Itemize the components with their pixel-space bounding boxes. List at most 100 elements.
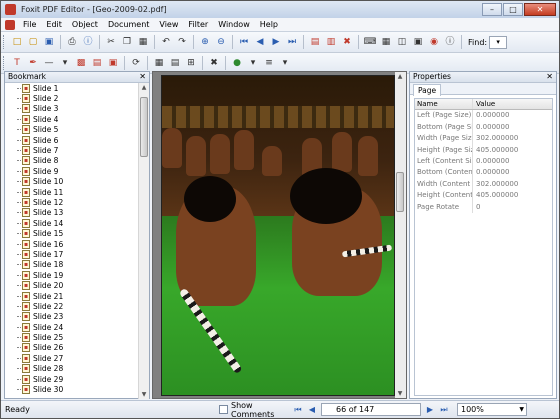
zoom-select[interactable]: 100% ▼	[457, 403, 527, 416]
stamp-icon[interactable]: ◉	[427, 35, 441, 49]
print-icon[interactable]: ⎙	[65, 35, 79, 49]
bookmark-item[interactable]: ▪ Slide 12	[5, 197, 139, 207]
property-row[interactable]: Width (Page Size) 302.000000	[415, 133, 552, 145]
bookmark-scrollbar[interactable]: ▲ ▼	[138, 83, 149, 399]
close-button[interactable]: ✕	[524, 3, 556, 16]
close-panel-icon[interactable]: ✕	[139, 72, 146, 82]
menu-window[interactable]: Window	[213, 18, 255, 32]
save-icon[interactable]: ▣	[42, 35, 56, 49]
show-comments-label[interactable]: Show Comments	[231, 401, 291, 419]
undo-icon[interactable]: ↶	[159, 35, 173, 49]
bookmark-item[interactable]: ▪ Slide 3	[5, 104, 139, 114]
document-scrollbar[interactable]: ▲ ▼	[395, 72, 406, 398]
bookmark-item[interactable]: ▪ Slide 24	[5, 322, 139, 332]
crop-icon[interactable]: ⊞	[184, 56, 198, 70]
next-page-button[interactable]: ▶	[424, 404, 436, 416]
split-icon[interactable]: ◫	[395, 35, 409, 49]
bookmark-item[interactable]: ▪ Slide 1	[5, 83, 139, 93]
property-row[interactable]: Height (Page Size)405.000000	[415, 144, 552, 156]
cut-icon[interactable]: ✂	[104, 35, 118, 49]
first-page-icon[interactable]: ⏮	[237, 35, 251, 49]
bookmark-item[interactable]: ▪ Slide 8	[5, 156, 139, 166]
close-panel-icon[interactable]: ✕	[546, 72, 553, 82]
toolbar-grip[interactable]	[3, 56, 6, 70]
line-tool-icon[interactable]: —	[42, 56, 56, 70]
menu-document[interactable]: Document	[103, 18, 154, 32]
prev-page-button[interactable]: ◀	[306, 404, 318, 416]
property-row[interactable]: Left (Page Size) 0.000000	[415, 110, 552, 122]
bookmark-item[interactable]: ▪ Slide 23	[5, 312, 139, 322]
delete-page-icon[interactable]: ✖	[340, 35, 354, 49]
bookmark-item[interactable]: ▪ Slide 9	[5, 166, 139, 176]
image-tool-icon[interactable]: ▤	[90, 56, 104, 70]
layout-icon[interactable]: ▦	[379, 35, 393, 49]
tools-icon[interactable]: ✖	[207, 56, 221, 70]
bookmark-item[interactable]: ▪ Slide 5	[5, 125, 139, 135]
document-view[interactable]: ▲ ▼	[152, 71, 407, 399]
toolbar-grip[interactable]	[3, 35, 6, 49]
bookmark-item[interactable]: ▪ Slide 19	[5, 270, 139, 280]
object-tool-icon[interactable]: ▣	[106, 56, 120, 70]
menu-view[interactable]: View	[154, 18, 183, 32]
bookmark-item[interactable]: ▪ Slide 22	[5, 301, 139, 311]
bookmark-item[interactable]: ▪ Slide 13	[5, 208, 139, 218]
redo-icon[interactable]: ↷	[175, 35, 189, 49]
first-page-button[interactable]: ⏮	[292, 404, 304, 416]
property-row[interactable]: Width (Content Size)302.000000	[415, 178, 552, 191]
shape-tool-icon[interactable]: ▩	[74, 56, 88, 70]
bookmark-item[interactable]: ▪ Slide 28	[5, 364, 139, 374]
open-icon[interactable]: ▢	[26, 35, 40, 49]
bookmark-item[interactable]: ▪ Slide 2	[5, 93, 139, 104]
view-icon[interactable]: ▣	[411, 35, 425, 49]
align-icon[interactable]: ≡	[262, 56, 276, 70]
property-row[interactable]: Left (Content Size)0.000000	[415, 155, 552, 168]
minimize-button[interactable]: –	[482, 3, 502, 16]
menu-file[interactable]: File	[18, 18, 41, 32]
find-dropdown[interactable]: ▾	[489, 35, 508, 49]
bookmark-item[interactable]: ▪ Slide 4	[5, 114, 139, 124]
menu-filter[interactable]: Filter	[183, 18, 213, 32]
next-page-icon[interactable]: ▶	[269, 35, 283, 49]
bookmark-item[interactable]: ▪ Slide 6	[5, 135, 139, 145]
color-icon[interactable]: ●	[230, 56, 244, 70]
property-row[interactable]: Bottom (Page Size)0.000000	[415, 121, 552, 134]
menu-help[interactable]: Help	[255, 18, 283, 32]
bookmark-item[interactable]: ▪ Slide 30	[5, 384, 139, 395]
col-value[interactable]: Value	[473, 99, 495, 109]
bookmark-item[interactable]: ▪ Slide 21	[5, 291, 139, 301]
pdf-page[interactable]	[161, 75, 395, 396]
tab-page[interactable]: Page	[413, 84, 442, 96]
property-row[interactable]: Height (Content Size)405.000000	[415, 190, 552, 202]
new-icon[interactable]: □	[10, 35, 24, 49]
bookmark-item[interactable]: ▪ Slide 25	[5, 332, 139, 343]
property-row[interactable]: Page Rotate 0	[415, 201, 552, 213]
extract-page-icon[interactable]: ▥	[324, 35, 338, 49]
bookmark-item[interactable]: ▪ Slide 18	[5, 260, 139, 270]
maximize-button[interactable]: □	[503, 3, 523, 16]
align-dropdown-icon[interactable]: ▾	[278, 56, 292, 70]
bookmark-item[interactable]: ▪ Slide 11	[5, 187, 139, 197]
info-icon[interactable]: ⓘ	[81, 35, 95, 49]
prev-page-icon[interactable]: ◀	[253, 35, 267, 49]
property-row[interactable]: Bottom (Content Size)0.000000	[415, 167, 552, 179]
bookmark-item[interactable]: ▪ Slide 20	[5, 280, 139, 291]
color-dropdown-icon[interactable]: ▾	[246, 56, 260, 70]
pen-tool-icon[interactable]: ✒	[26, 56, 40, 70]
keyboard-icon[interactable]: ⌨	[363, 35, 377, 49]
menu-edit[interactable]: Edit	[41, 18, 67, 32]
bookmark-item[interactable]: ▪ Slide 16	[5, 239, 139, 249]
page-number-field[interactable]: 66 of 147	[321, 403, 421, 416]
rotate-icon[interactable]: ⟳	[129, 56, 143, 70]
bookmark-item[interactable]: ▪ Slide 10	[5, 177, 139, 187]
bookmark-item[interactable]: ▪ Slide 7	[5, 145, 139, 156]
col-name[interactable]: Name	[415, 99, 473, 110]
text-tool-icon[interactable]: T	[10, 56, 24, 70]
bookmark-item[interactable]: ▪ Slide 14	[5, 218, 139, 228]
properties-icon[interactable]: ⓘ	[443, 35, 457, 49]
insert-page-icon[interactable]: ▤	[308, 35, 322, 49]
bookmark-item[interactable]: ▪ Slide 15	[5, 228, 139, 239]
show-comments-checkbox[interactable]	[219, 405, 228, 414]
ungroup-icon[interactable]: ▤	[168, 56, 182, 70]
copy-icon[interactable]: ❐	[120, 35, 134, 49]
bookmark-item[interactable]: ▪ Slide 17	[5, 249, 139, 259]
